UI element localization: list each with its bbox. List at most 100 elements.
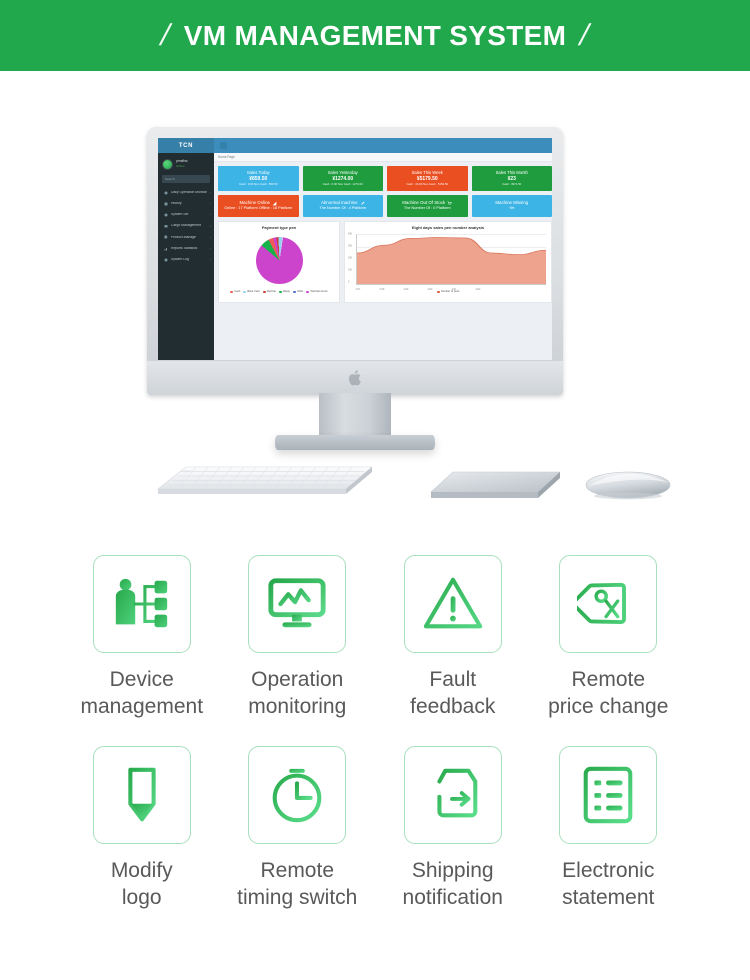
feature-label-line2: statement <box>562 886 655 909</box>
sidebar-item-cargo-management[interactable]: Cargo Management › <box>158 221 214 232</box>
sidebar-item-system-log[interactable]: System Log › <box>158 254 214 265</box>
feature-label: Modify logo <box>111 857 173 911</box>
kpi-value: ¥5179.50 <box>416 175 438 182</box>
dot-icon <box>164 191 168 195</box>
feature-remote-price-change[interactable]: Remote price change <box>531 555 687 720</box>
cart-icon <box>447 201 452 205</box>
kpi-card-sales-today[interactable]: Sales Today ¥859.50 Cash : 0.00 Non Cash… <box>218 166 299 191</box>
feature-modify-logo[interactable]: Modify logo <box>64 746 220 911</box>
feature-icon-box <box>559 555 658 653</box>
feature-remote-timing-switch[interactable]: Remote timing switch <box>220 746 376 911</box>
legend-label: Number of pens <box>441 290 460 293</box>
hero-section: TCN pmsffss Online Search... Daily Opera… <box>0 71 750 541</box>
kpi-card-machine-missing[interactable]: Machine Missing Yet <box>471 195 552 217</box>
y-tick: 100 <box>348 268 352 272</box>
sidebar-item-daily-operation-monitoring[interactable]: Daily Operation Monitoring › <box>158 187 214 198</box>
kpi-card-abnormal-machine[interactable]: Abnormal machine The Number Of : 4 Platf… <box>302 195 383 217</box>
charts-row: Payment type pen Cash Bank Card WeChat A… <box>214 217 552 303</box>
slash-left-icon: / <box>157 18 175 52</box>
chevron-right-icon: › <box>210 234 211 239</box>
feature-icon-box <box>248 746 347 844</box>
wrench-icon <box>360 201 364 205</box>
legend-item[interactable]: Cash <box>230 290 240 293</box>
feature-label-line2: management <box>80 695 204 718</box>
feature-operation-monitoring[interactable]: Operation monitoring <box>220 555 376 720</box>
feature-electronic-statement[interactable]: Electronic statement <box>531 746 687 911</box>
avatar <box>162 158 173 170</box>
legend-label: Alipay <box>282 290 290 293</box>
chevron-right-icon: › <box>210 190 211 195</box>
feature-icon-box <box>559 746 658 844</box>
apple-logo-icon <box>348 370 361 386</box>
kpi-sub: Yet <box>509 206 515 211</box>
document-list-icon <box>583 766 633 824</box>
area-series-number-of-pens <box>357 237 546 284</box>
feature-device-management[interactable]: Device management <box>64 555 220 720</box>
legend-label: WeChat Genre <box>310 290 328 293</box>
sidebar-item-label: Cargo Management <box>171 224 201 228</box>
kpi-card-machine-out-of-stock[interactable]: Machine Out Of Stock The Number Of : 0 P… <box>387 195 468 217</box>
sidebar-item-product-manage[interactable]: Product Manage › <box>158 232 214 243</box>
legend-label: WeChat <box>266 290 276 293</box>
area-chart: 400 300 200 100 0 2/17 2/18 2/19 2/20 2/… <box>348 232 548 293</box>
signal-icon <box>272 201 277 206</box>
pie-chart <box>222 232 336 288</box>
gear-icon <box>164 213 168 217</box>
kpi-title: Machine Out Of Stock <box>402 200 452 206</box>
box-icon <box>164 225 168 228</box>
kpi-title: Abnormal machine <box>320 200 365 206</box>
legend-item[interactable]: Other <box>292 290 304 293</box>
y-tick: 0 <box>348 280 350 284</box>
kpi-card-sales-this-week[interactable]: Sales This Week ¥5179.50 Cash : 20.00 No… <box>387 166 468 191</box>
features-row-2: Modify logo Remote timing switch Shippin… <box>64 746 686 911</box>
kpi-value: ¥859.50 <box>249 175 268 182</box>
sidebar-item-label: Product Manage <box>171 235 196 239</box>
kpi-title-text: Machine Online <box>239 200 270 206</box>
kpi-card-sales-this-month[interactable]: Sales This Month ¥23 Cash : 3971.50 <box>471 166 552 191</box>
kpi-title: Sales This Month <box>495 170 528 175</box>
monitor-screen: TCN pmsffss Online Search... Daily Opera… <box>158 138 552 360</box>
feature-label-line2: timing switch <box>237 886 358 909</box>
legend-item[interactable]: WeChat <box>262 290 276 293</box>
menu-icon[interactable] <box>220 142 227 149</box>
feature-shipping-notification[interactable]: Shipping notification <box>375 746 531 911</box>
log-icon <box>164 258 168 262</box>
feature-icon-box <box>248 555 347 653</box>
feature-label-line1: Fault <box>429 668 477 691</box>
kpi-card-sales-yesterday[interactable]: Sales Yesterday ¥1274.00 Cash : 0.00 Non… <box>302 166 383 191</box>
mouse <box>585 471 671 500</box>
kpi-sub: Cash : 20.00 Non Cash : 5159.50 <box>406 182 448 187</box>
legend-item[interactable]: WeChat Genre <box>306 290 328 293</box>
chevron-right-icon: › <box>210 246 211 251</box>
kpi-sub: Cash : 3971.50 <box>502 182 522 187</box>
chevron-right-icon: › <box>210 212 211 217</box>
feature-label-line2: logo <box>121 886 162 909</box>
shipping-box-icon <box>426 768 478 818</box>
pie-chart-title: Payment type pen <box>261 225 297 230</box>
feature-icon-box <box>403 555 502 653</box>
legend-label: Other <box>296 290 304 293</box>
page-title: VM MANAGEMENT SYSTEM <box>183 19 567 51</box>
kpi-card-machine-online[interactable]: Machine Online Online : 17 Platform Offl… <box>218 195 299 217</box>
device-management-icon <box>115 578 167 628</box>
legend-item[interactable]: Alipay <box>278 290 290 293</box>
feature-label: Operation monitoring <box>248 666 346 720</box>
sidebar-item-system-set[interactable]: System Set › <box>158 209 214 220</box>
page-banner: / VM MANAGEMENT SYSTEM / <box>0 0 750 71</box>
feature-label-line1: Remote <box>571 668 646 691</box>
kpi-title: Sales Today <box>246 170 270 175</box>
feature-fault-feedback[interactable]: Fault feedback <box>375 555 531 720</box>
app-logo[interactable]: TCN <box>158 138 214 153</box>
sidebar-user[interactable]: pmsffss Online <box>158 153 214 175</box>
search-input[interactable]: Search... <box>162 175 210 183</box>
sidebar-item-history[interactable]: History › <box>158 198 214 209</box>
legend-label: Bank Card <box>247 290 260 293</box>
feature-label-line1: Electronic <box>562 859 655 882</box>
timer-clock-icon <box>272 768 322 823</box>
y-tick: 200 <box>348 256 352 260</box>
legend-item[interactable]: Bank Card <box>243 290 260 293</box>
sidebar-item-reports-statistics[interactable]: Reports Statistics › <box>158 243 214 254</box>
app-sidebar: pmsffss Online Search... Daily Operation… <box>158 153 214 360</box>
app-main: Home Page Sales Today ¥859.50 Cash : 0.0… <box>214 153 552 360</box>
kpi-title-text: Abnormal machine <box>320 200 358 206</box>
